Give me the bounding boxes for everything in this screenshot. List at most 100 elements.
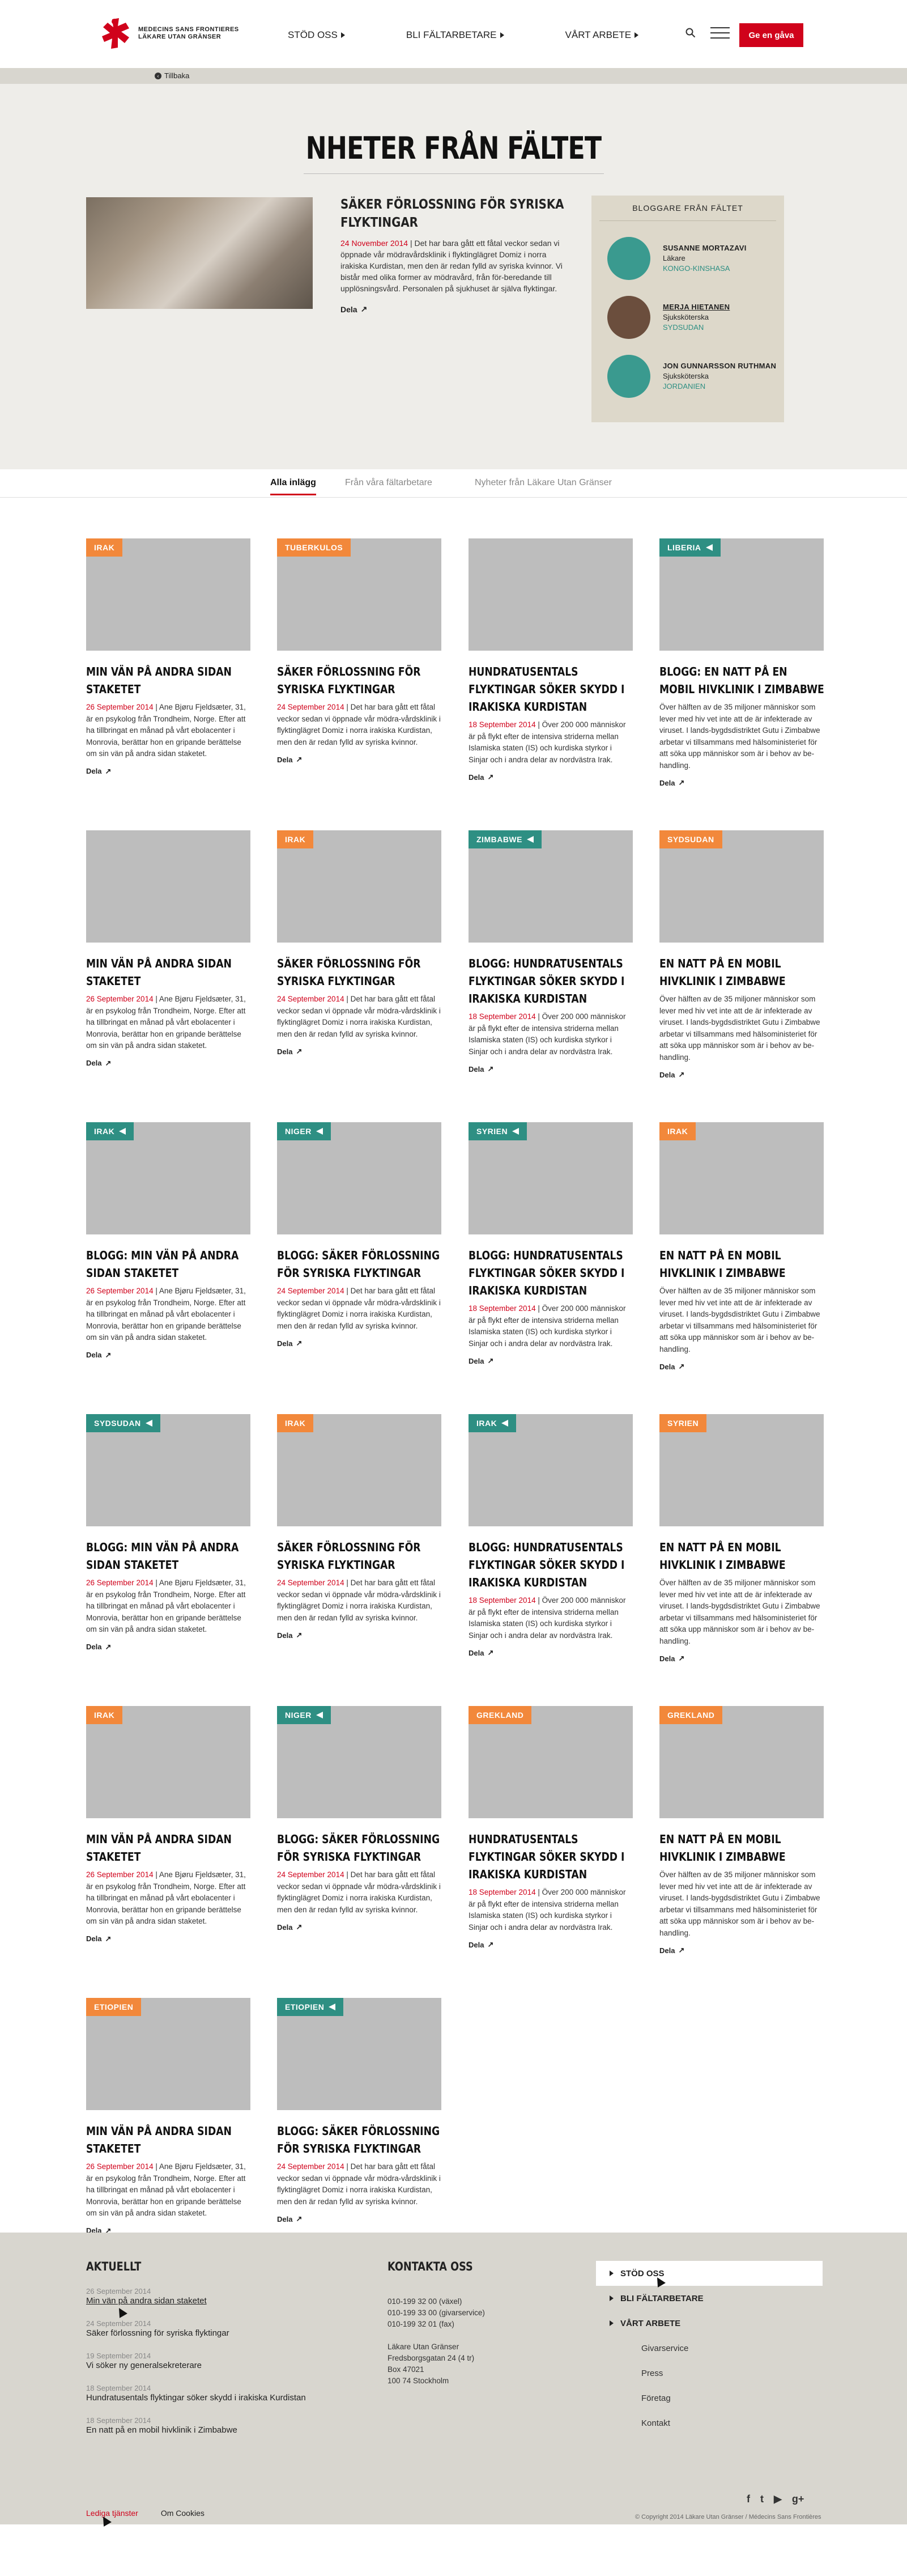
post-title[interactable]: EN NATT PÅ EN MOBIL HIVKLINIK I ZIMBABWE [659,1539,825,1574]
share-link[interactable]: Dela ↗ [469,1064,633,1073]
post-tag[interactable]: IRAK [86,1706,123,1724]
share-link[interactable]: Dela ↗ [659,1654,824,1663]
post-title[interactable]: MIN VÄN PÅ ANDRA SIDAN STAKETET [86,2123,252,2158]
post-image[interactable]: IRAK [86,538,250,651]
post-card[interactable]: HUNDRATUSENTALS FLYKTINGAR SÖKER SKYDD I… [469,538,633,782]
footer-link-cookies[interactable]: Om Cookies [161,2509,205,2518]
tab-field-workers[interactable]: Från våra fältarbetare [345,478,432,488]
post-tag[interactable]: GREKLAND [659,1706,723,1724]
share-link[interactable]: Dela ↗ [86,767,250,776]
post-card[interactable]: IRAK MIN VÄN PÅ ANDRA SIDAN STAKETET 26 Se… [86,538,250,776]
nav-stod-oss[interactable]: STÖD OSS [288,29,345,41]
post-card[interactable]: IRAK MIN VÄN PÅ ANDRA SIDAN STAKETET 26 Se… [86,1706,250,1943]
post-card[interactable]: GREKLAND EN NATT PÅ EN MOBIL HIVKLINIK I … [659,1706,824,1955]
post-tag[interactable]: IRAK [277,1414,314,1432]
post-image[interactable]: GREKLAND [469,1706,633,1818]
post-image[interactable]: ETIOPIEN [86,1998,250,2110]
post-image[interactable]: SYDSUDAN [86,1414,250,1526]
post-tag[interactable]: IRAK [277,830,314,848]
twitter-icon[interactable]: t [760,2493,764,2505]
post-image[interactable]: IRAK [86,1706,250,1818]
post-title[interactable]: EN NATT PÅ EN MOBIL HIVKLINIK I ZIMBABWE [659,1247,825,1282]
post-title[interactable]: BLOGG: HUNDRATUSENTALS FLYKTINGAR SÖKER … [469,1247,634,1300]
share-link[interactable]: Dela ↗ [659,778,824,787]
post-tag[interactable]: IRAK [86,1122,134,1140]
post-title[interactable]: BLOGG: SÄKER FÖRLOSSNING FÖR SYRISKA FLY… [277,1831,442,1866]
share-link[interactable]: Dela ↗ [86,1934,250,1943]
post-image[interactable]: NIGER [277,1122,441,1234]
facebook-icon[interactable]: f [747,2493,750,2505]
search-icon[interactable] [685,28,696,38]
share-link[interactable]: Dela ↗ [469,1940,633,1949]
tab-all-posts[interactable]: Alla inlägg [270,478,316,495]
post-card[interactable]: IRAK EN NATT PÅ EN MOBIL HIVKLINIK I ZIMB… [659,1122,824,1371]
share-link[interactable]: Dela ↗ [277,1631,441,1640]
post-card[interactable]: LIBERIA BLOGG: EN NATT PÅ EN MOBIL HIVKLI… [659,538,824,787]
feature-title[interactable]: SÄKER FÖRLOSSNING FÖR SYRISKA FLYKTINGAR [340,196,569,232]
post-title[interactable]: BLOGG: MIN VÄN PÅ ANDRA SIDAN STAKETET [86,1247,252,1282]
post-card[interactable]: GREKLAND HUNDRATUSENTALS FLYKTINGAR SÖKER… [469,1706,633,1949]
blogger-item[interactable]: JON GUNNARSSON RUTHMAN Sjuksköterska JORDA… [607,355,784,398]
share-link[interactable]: Dela ↗ [277,1923,441,1932]
post-title[interactable]: SÄKER FÖRLOSSNING FÖR SYRISKA FLYKTINGAR [277,955,442,990]
post-title[interactable]: EN NATT PÅ EN MOBIL HIVKLINIK I ZIMBABWE [659,1831,825,1866]
youtube-icon[interactable]: ▶ [774,2493,782,2505]
donate-button[interactable]: Ge en gåva [739,23,803,47]
post-tag[interactable]: ETIOPIEN [277,1998,344,2016]
footer-menu-bli-faltarbetare[interactable]: BLI FÄLTARBETARE [596,2286,823,2311]
share-link[interactable]: Dela ↗ [277,2214,441,2223]
post-title[interactable]: BLOGG: MIN VÄN PÅ ANDRA SIDAN STAKETET [86,1539,252,1574]
post-title[interactable]: HUNDRATUSENTALS FLYKTINGAR SÖKER SKYDD I… [469,663,634,716]
post-title[interactable]: BLOGG: EN NATT PÅ EN MOBIL HIVKLINIK I Z… [659,663,825,698]
post-card[interactable]: IRAK BLOGG: HUNDRATUSENTALS FLYKTINGAR SÖ… [469,1414,633,1657]
post-image[interactable]: NIGER [277,1706,441,1818]
news-item[interactable]: 19 September 2014 Vi söker ny generalsekr… [86,2352,313,2371]
share-link[interactable]: Dela ↗ [469,1648,633,1657]
post-tag[interactable]: ETIOPIEN [86,1998,142,2016]
footer-link-foretag[interactable]: Företag [596,2386,823,2411]
post-image[interactable]: TUBERKULOS [277,538,441,651]
tab-msf-news[interactable]: Nyheter från Läkare Utan Gränser [475,478,612,488]
post-title[interactable]: BLOGG: SÄKER FÖRLOSSNING FÖR SYRISKA FLY… [277,1247,442,1282]
post-title[interactable]: HUNDRATUSENTALS FLYKTINGAR SÖKER SKYDD I… [469,1831,634,1883]
feature-image[interactable] [86,197,313,309]
footer-link-kontakt[interactable]: Kontakt [596,2411,823,2435]
post-title[interactable]: BLOGG: HUNDRATUSENTALS FLYKTINGAR SÖKER … [469,955,634,1008]
post-title[interactable]: EN NATT PÅ EN MOBIL HIVKLINIK I ZIMBABWE [659,955,825,990]
menu-icon[interactable] [710,27,730,39]
post-card[interactable]: IRAK BLOGG: MIN VÄN PÅ ANDRA SIDAN STAKET… [86,1122,250,1360]
post-image[interactable]: IRAK [277,1414,441,1526]
footer-menu-vart-arbete[interactable]: VÅRT ARBETE [596,2311,823,2336]
post-card[interactable]: NIGER BLOGG: SÄKER FÖRLOSSNING FÖR SYRISK… [277,1706,441,1932]
post-image[interactable]: GREKLAND [659,1706,824,1818]
post-card[interactable]: TUBERKULOS SÄKER FÖRLOSSNING FÖR SYRISKA … [277,538,441,764]
post-image[interactable]: LIBERIA [659,538,824,651]
post-title[interactable]: MIN VÄN PÅ ANDRA SIDAN STAKETET [86,1831,252,1866]
post-card[interactable]: ZIMBABWE BLOGG: HUNDRATUSENTALS FLYKTINGA… [469,830,633,1073]
post-card[interactable]: MIN VÄN PÅ ANDRA SIDAN STAKETET 26 Septem… [86,830,250,1068]
post-card[interactable]: IRAK SÄKER FÖRLOSSNING FÖR SYRISKA FLYKTI… [277,830,441,1056]
post-tag[interactable]: NIGER [277,1122,331,1140]
post-tag[interactable]: LIBERIA [659,538,721,557]
post-tag[interactable]: TUBERKULOS [277,538,351,557]
post-image[interactable]: IRAK [86,1122,250,1234]
post-title[interactable]: SÄKER FÖRLOSSNING FÖR SYRISKA FLYKTINGAR [277,663,442,698]
blogger-item[interactable]: SUSANNE MORTAZAVI Läkare KONGO-KINSHASA [607,237,784,280]
post-tag[interactable]: IRAK [86,538,123,557]
nav-bli-faltarbetare[interactable]: BLI FÄLTARBETARE [406,29,504,41]
post-card[interactable]: SYRIEN BLOGG: HUNDRATUSENTALS FLYKTINGAR … [469,1122,633,1365]
post-card[interactable]: ETIOPIEN MIN VÄN PÅ ANDRA SIDAN STAKETET 2… [86,1998,250,2235]
post-image[interactable] [86,830,250,943]
post-tag[interactable]: GREKLAND [469,1706,532,1724]
footer-link-givarservice[interactable]: Givarservice [596,2336,823,2361]
post-card[interactable]: SYRIEN EN NATT PÅ EN MOBIL HIVKLINIK I ZI… [659,1414,824,1663]
post-image[interactable]: SYDSUDAN [659,830,824,943]
post-card[interactable]: SYDSUDAN EN NATT PÅ EN MOBIL HIVKLINIK I … [659,830,824,1079]
share-link[interactable]: Dela ↗ [659,1070,824,1079]
post-tag[interactable]: IRAK [659,1122,696,1140]
footer-menu-stod-oss[interactable]: STÖD OSS [596,2261,823,2286]
post-image[interactable]: IRAK [469,1414,633,1526]
news-item[interactable]: 24 September 2014 Säker förlossning för s… [86,2319,313,2339]
share-link[interactable]: Dela ↗ [277,1339,441,1348]
post-tag[interactable]: SYDSUDAN [659,830,722,848]
